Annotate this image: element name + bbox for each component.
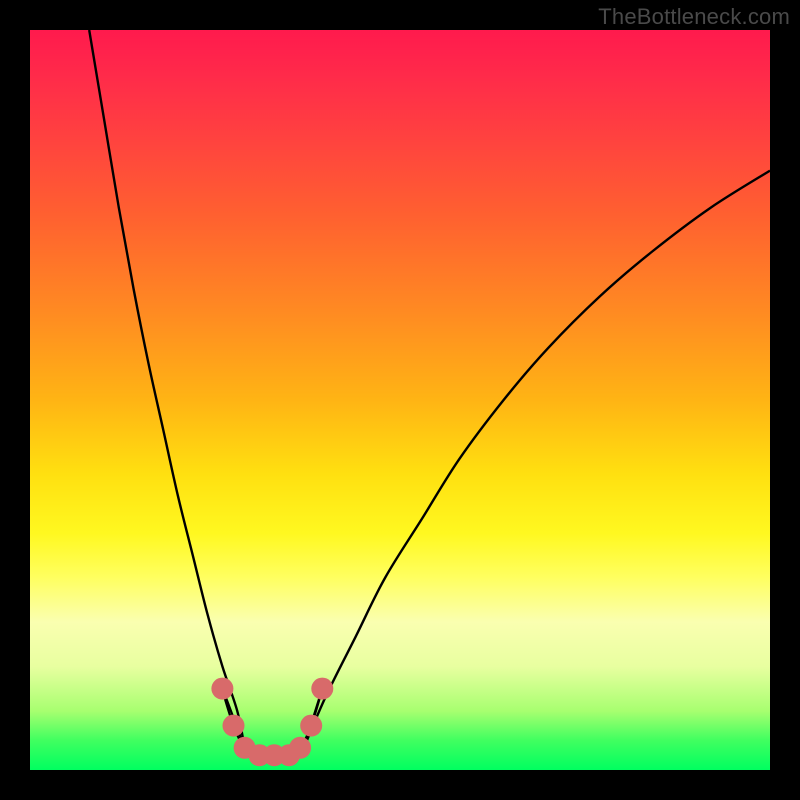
left-curve <box>89 30 244 748</box>
chart-svg <box>30 30 770 770</box>
valley-markers <box>211 678 333 767</box>
valley-marker-dot <box>311 678 333 700</box>
valley-marker-dot <box>300 715 322 737</box>
plot-area <box>30 30 770 770</box>
curve-group <box>89 30 770 756</box>
valley-marker-dot <box>223 715 245 737</box>
outer-frame: TheBottleneck.com <box>0 0 800 800</box>
valley-marker-dot <box>289 737 311 759</box>
valley-marker-dot <box>211 678 233 700</box>
watermark-text: TheBottleneck.com <box>598 4 790 30</box>
right-curve <box>304 171 770 748</box>
